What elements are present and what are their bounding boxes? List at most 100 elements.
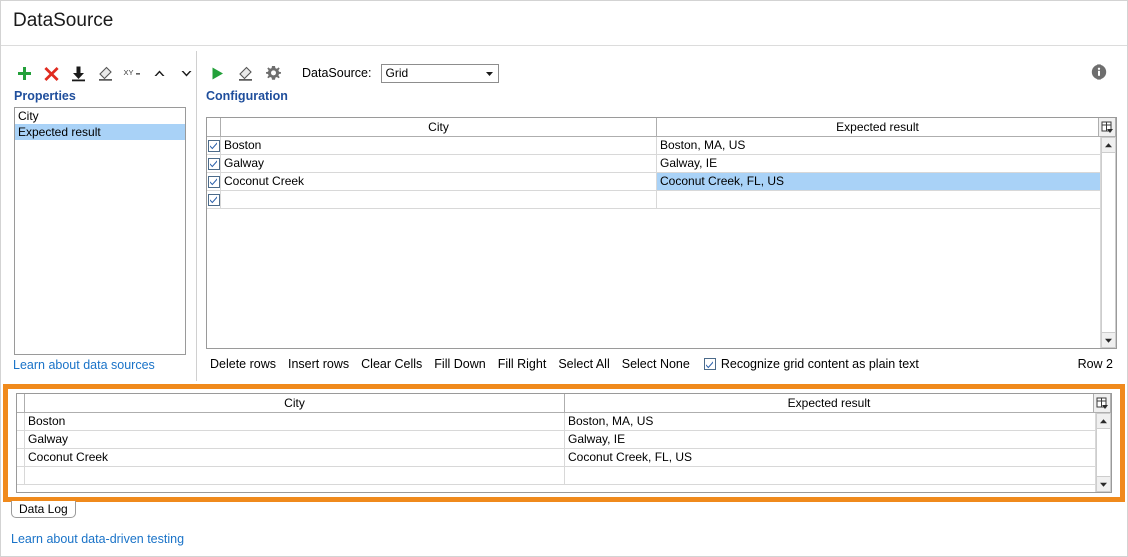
column-header-city[interactable]: City xyxy=(221,118,657,136)
page-title: DataSource xyxy=(13,10,113,32)
learn-about-data-driven-testing-link[interactable]: Learn about data-driven testing xyxy=(11,532,184,546)
properties-toolbar: XY xyxy=(13,61,197,85)
scroll-up-icon[interactable] xyxy=(1096,413,1111,429)
cell-expected-result[interactable] xyxy=(657,191,1100,208)
data-log-grid-rows: Boston Boston, MA, US Galway Galway, IE … xyxy=(17,413,1095,492)
delete-property-button[interactable] xyxy=(40,62,62,84)
xy-property-button[interactable]: XY xyxy=(121,62,143,84)
clear-property-button[interactable] xyxy=(94,62,116,84)
gear-icon xyxy=(265,65,282,82)
run-button[interactable] xyxy=(206,62,228,84)
row-status-label: Row 2 xyxy=(1078,357,1113,371)
grid-dropdown-icon[interactable] xyxy=(1099,118,1116,136)
cell-expected-result[interactable]: Galway, IE xyxy=(565,431,1095,448)
insert-rows-link[interactable]: Insert rows xyxy=(288,357,349,371)
table-row[interactable]: Boston Boston, MA, US xyxy=(207,137,1100,155)
list-item-city[interactable]: City xyxy=(15,108,185,124)
move-down-button[interactable] xyxy=(175,62,197,84)
data-log-grid[interactable]: City Expected result Boston xyxy=(16,393,1112,493)
row-checkbox[interactable] xyxy=(207,155,221,172)
checkbox-checked-icon xyxy=(208,158,220,170)
cell-city[interactable]: Coconut Creek xyxy=(221,173,657,190)
data-log-scrollbar[interactable] xyxy=(1095,413,1111,492)
table-row[interactable] xyxy=(17,467,1095,485)
tab-data-log[interactable]: Data Log xyxy=(11,501,76,518)
cell-city[interactable] xyxy=(25,467,565,484)
fill-right-link[interactable]: Fill Right xyxy=(498,357,547,371)
cell-city[interactable]: Coconut Creek xyxy=(25,449,565,466)
recognize-plain-text-checkbox[interactable]: Recognize grid content as plain text xyxy=(704,357,919,371)
log-column-header-city[interactable]: City xyxy=(25,394,565,412)
data-log-grid-body: Boston Boston, MA, US Galway Galway, IE … xyxy=(17,413,1111,492)
scroll-up-icon[interactable] xyxy=(1101,137,1116,153)
grid-header-corner[interactable] xyxy=(207,118,221,136)
eraser-icon xyxy=(97,65,114,82)
row-gutter xyxy=(17,431,25,448)
properties-listbox[interactable]: City Expected result xyxy=(14,107,186,355)
recognize-plain-text-label: Recognize grid content as plain text xyxy=(721,357,919,371)
configuration-panel: DataSource: Grid Configuration xyxy=(204,47,1118,382)
data-log-grid-header: City Expected result xyxy=(17,394,1111,413)
select-all-link[interactable]: Select All xyxy=(558,357,609,371)
cell-expected-result-selected[interactable]: Coconut Creek, FL, US xyxy=(657,173,1100,190)
table-row[interactable]: Boston Boston, MA, US xyxy=(17,413,1095,431)
scrollbar-track[interactable] xyxy=(1096,429,1111,476)
table-row[interactable]: Coconut Creek Coconut Creek, FL, US xyxy=(17,449,1095,467)
cell-expected-result[interactable]: Boston, MA, US xyxy=(657,137,1100,154)
cell-expected-result[interactable] xyxy=(565,467,1095,484)
scrollbar-track[interactable] xyxy=(1101,153,1116,332)
configuration-grid[interactable]: City Expected result xyxy=(206,117,1117,349)
scroll-down-icon[interactable] xyxy=(1096,476,1111,492)
table-row[interactable] xyxy=(207,191,1100,209)
clear-cells-link[interactable]: Clear Cells xyxy=(361,357,422,371)
plus-icon xyxy=(16,65,33,82)
window-titlebar: DataSource xyxy=(1,1,1127,46)
table-row[interactable]: Galway Galway, IE xyxy=(17,431,1095,449)
list-item-expected-result[interactable]: Expected result xyxy=(15,124,185,140)
datasource-label: DataSource: xyxy=(302,66,371,80)
row-gutter xyxy=(17,467,25,484)
properties-panel: XY Properties City Expected result Learn… xyxy=(1,47,191,382)
cell-expected-result[interactable]: Boston, MA, US xyxy=(565,413,1095,430)
cell-city[interactable]: Boston xyxy=(25,413,565,430)
chevron-down-icon xyxy=(481,65,498,82)
configuration-grid-scrollbar[interactable] xyxy=(1100,137,1116,348)
cell-city[interactable]: Galway xyxy=(221,155,657,172)
log-column-header-expected-result[interactable]: Expected result xyxy=(565,394,1094,412)
configuration-heading: Configuration xyxy=(206,89,288,103)
fill-down-link[interactable]: Fill Down xyxy=(434,357,485,371)
cell-city[interactable]: Boston xyxy=(221,137,657,154)
row-checkbox[interactable] xyxy=(207,173,221,190)
log-grid-header-corner[interactable] xyxy=(17,394,25,412)
column-header-expected-result[interactable]: Expected result xyxy=(657,118,1099,136)
properties-heading: Properties xyxy=(14,89,76,103)
checkbox-checked-icon xyxy=(704,358,716,370)
settings-button[interactable] xyxy=(262,62,284,84)
table-row[interactable]: Coconut Creek Coconut Creek, FL, US xyxy=(207,173,1100,191)
learn-about-data-sources-link[interactable]: Learn about data sources xyxy=(13,358,155,372)
cell-expected-result[interactable]: Coconut Creek, FL, US xyxy=(565,449,1095,466)
eraser-icon xyxy=(237,65,254,82)
move-up-button[interactable] xyxy=(148,62,170,84)
grid-dropdown-icon[interactable] xyxy=(1094,394,1111,412)
clear-grid-button[interactable] xyxy=(234,62,256,84)
log-grid-empty-area xyxy=(17,485,1095,492)
cell-city[interactable] xyxy=(221,191,657,208)
cell-expected-result[interactable]: Galway, IE xyxy=(657,155,1100,172)
select-none-link[interactable]: Select None xyxy=(622,357,690,371)
delete-rows-link[interactable]: Delete rows xyxy=(210,357,276,371)
add-property-button[interactable] xyxy=(13,62,35,84)
chevron-down-icon xyxy=(179,66,194,81)
row-checkbox[interactable] xyxy=(207,191,221,208)
grid-command-bar: Delete rows Insert rows Clear Cells Fill… xyxy=(210,354,1115,374)
import-property-button[interactable] xyxy=(67,62,89,84)
row-checkbox[interactable] xyxy=(207,137,221,154)
panel-divider xyxy=(196,51,197,381)
cell-city[interactable]: Galway xyxy=(25,431,565,448)
row-gutter xyxy=(17,449,25,466)
info-icon[interactable] xyxy=(1090,63,1108,81)
scroll-down-icon[interactable] xyxy=(1101,332,1116,348)
configuration-grid-rows: Boston Boston, MA, US Galway Galway, IE xyxy=(207,137,1100,348)
datasource-select[interactable]: Grid xyxy=(381,64,499,83)
table-row[interactable]: Galway Galway, IE xyxy=(207,155,1100,173)
